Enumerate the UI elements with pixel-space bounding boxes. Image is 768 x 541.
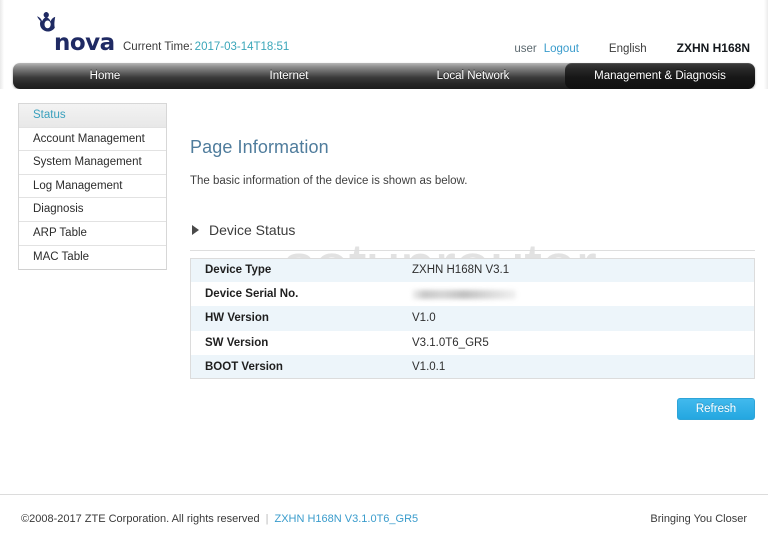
language-selector[interactable]: English	[609, 43, 647, 55]
header-controls: user Logout English ZXHN H168N	[514, 41, 750, 55]
sidebar-item-mac-table[interactable]: MAC Table	[19, 246, 166, 270]
table-row: Device Type ZXHN H168N V3.1	[190, 258, 755, 283]
refresh-button[interactable]: Refresh	[677, 398, 755, 421]
sidebar-item-arp-table[interactable]: ARP Table	[19, 222, 166, 246]
tab-home[interactable]: Home	[13, 63, 197, 89]
sidebar-item-system-management[interactable]: System Management	[19, 151, 166, 175]
device-status-table: Device Type ZXHN H168N V3.1 Device Seria…	[190, 257, 755, 380]
current-time-value: 2017-03-14T18:51	[194, 41, 290, 53]
sidebar-item-account-management[interactable]: Account Management	[19, 128, 166, 152]
content-area: setuprouter Status Account Management Sy…	[0, 89, 768, 494]
device-model-label: ZXHN H168N	[676, 41, 750, 55]
row-value: V1.0	[412, 312, 436, 325]
row-label: SW Version	[205, 336, 269, 349]
redacted-serial-number	[412, 289, 516, 299]
table-row: BOOT Version V1.0.1	[190, 354, 755, 379]
row-label: HW Version	[205, 312, 269, 325]
sidebar-item-log-management[interactable]: Log Management	[19, 175, 166, 199]
device-status-title: Device Status	[209, 221, 296, 238]
row-value: V1.0.1	[412, 360, 446, 373]
main-navigation: Home Internet Local Network Management &…	[13, 63, 755, 89]
logout-link[interactable]: Logout	[544, 43, 579, 55]
router-admin-page: nova Current Time: 2017-03-14T18:51 user L…	[0, 0, 768, 541]
firmware-version-link[interactable]: ZXHN H168N V3.1.0T6_GR5	[274, 513, 418, 525]
row-value: V3.1.0T6_GR5	[412, 336, 489, 349]
nova-logo-text: nova	[54, 30, 115, 56]
page-title: Page Information	[190, 137, 329, 157]
sidebar-item-status[interactable]: Status	[19, 104, 166, 128]
table-row: Device Serial No.	[190, 282, 755, 307]
device-status-section-header[interactable]: Device Status	[190, 221, 755, 239]
section-divider	[190, 249, 755, 251]
table-row: HW Version V1.0	[190, 306, 755, 331]
row-value-redacted	[410, 282, 755, 306]
nova-logo[interactable]: nova	[28, 9, 115, 57]
page-subtitle: The basic information of the device is s…	[190, 175, 468, 187]
table-row: SW Version V3.1.0T6_GR5	[190, 330, 755, 355]
current-time-label: Current Time:	[123, 41, 193, 53]
footer-tagline: Bringing You Closer	[650, 513, 747, 525]
footer-separator: |	[265, 513, 269, 525]
tab-internet[interactable]: Internet	[197, 63, 381, 89]
current-time: Current Time: 2017-03-14T18:51	[123, 41, 289, 53]
triangle-right-icon[interactable]	[192, 224, 199, 235]
copyright-text: ©2008-2017 ZTE Corporation. All rights r…	[21, 513, 260, 525]
page-header: nova Current Time: 2017-03-14T18:51 user L…	[0, 0, 768, 63]
tab-management-diagnosis[interactable]: Management & Diagnosis	[565, 63, 755, 89]
page-footer: ©2008-2017 ZTE Corporation. All rights r…	[0, 494, 768, 541]
row-label: Device Type	[205, 264, 272, 277]
row-value: ZXHN H168N V3.1	[412, 264, 510, 277]
main-panel: Page Information The basic information o…	[190, 103, 755, 421]
footer-copyright: ©2008-2017 ZTE Corporation. All rights r…	[21, 513, 418, 525]
refresh-row: Refresh	[190, 398, 755, 421]
tab-local-network[interactable]: Local Network	[381, 63, 565, 89]
current-user-label: user	[514, 43, 537, 55]
row-label: Device Serial No.	[205, 288, 299, 301]
row-label: BOOT Version	[205, 360, 283, 373]
sidebar-item-diagnosis[interactable]: Diagnosis	[19, 198, 166, 222]
sidebar-menu: Status Account Management System Managem…	[18, 103, 167, 271]
